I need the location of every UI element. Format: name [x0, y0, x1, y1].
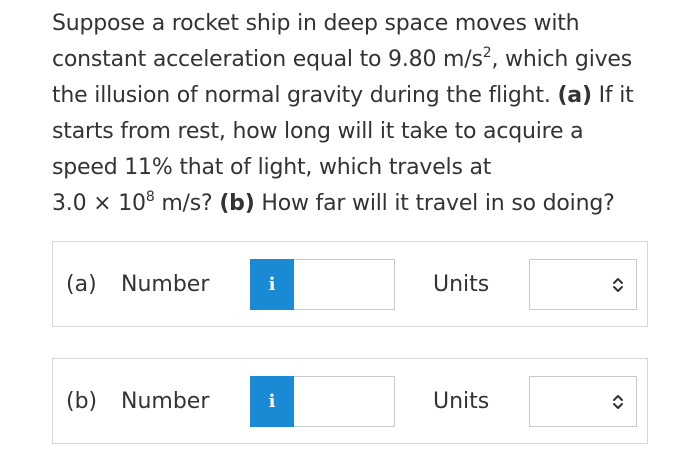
chevron-up-down-icon	[613, 278, 623, 292]
units-select-a[interactable]	[529, 259, 637, 310]
part-label-b: (b)	[66, 389, 98, 414]
info-icon[interactable]: i	[250, 259, 294, 310]
number-input-a[interactable]	[294, 259, 395, 310]
part-label-a: (a)	[66, 272, 97, 297]
answer-box-b: (b) Number i Units	[52, 358, 648, 444]
chevron-up-down-icon	[613, 395, 623, 409]
answer-box-a: (a) Number i Units	[52, 241, 648, 327]
question-line-4: starts from rest, how long will it take …	[52, 119, 584, 144]
number-label-a: Number	[121, 272, 210, 297]
info-icon-glyph: i	[268, 274, 276, 295]
info-icon-glyph: i	[268, 391, 276, 412]
info-icon[interactable]: i	[250, 376, 294, 427]
number-label-b: Number	[121, 389, 210, 414]
units-select-b[interactable]	[529, 376, 637, 427]
units-label-b: Units	[433, 389, 490, 414]
question-line-1: Suppose a rocket ship in deep space move…	[52, 11, 580, 36]
question-line-3: the illusion of normal gravity during th…	[52, 83, 634, 108]
question-line-6: 3.0 × 108 m/s? (b) How far will it trave…	[52, 189, 615, 216]
question-line-5: speed 11% that of light, which travels a…	[52, 155, 492, 180]
question-text: Suppose a rocket ship in deep space move…	[52, 6, 672, 222]
units-label-a: Units	[433, 272, 490, 297]
question-line-2: constant acceleration equal to 9.80 m/s2…	[52, 45, 633, 72]
number-input-b[interactable]	[294, 376, 395, 427]
